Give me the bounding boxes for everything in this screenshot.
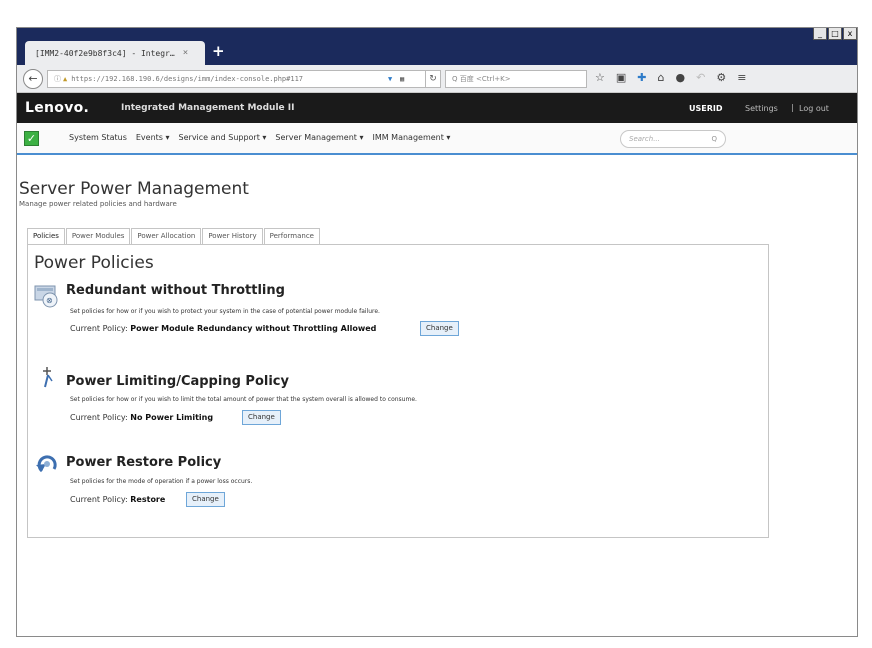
search-icon[interactable]: Q [711, 131, 717, 147]
current-policy: Current Policy: Restore [70, 495, 165, 504]
section-title: Power Policies [34, 253, 154, 273]
tools-icon[interactable]: ⚙ [716, 71, 726, 84]
new-tab-button[interactable]: + [212, 42, 225, 60]
undo-icon[interactable]: ↶ [696, 71, 705, 84]
current-policy-value: Restore [130, 495, 166, 504]
change-power-limiting-button[interactable]: Change [242, 410, 281, 425]
current-policy-value: No Power Limiting [130, 413, 214, 422]
maximize-icon[interactable]: □ [828, 28, 842, 40]
change-power-restore-button[interactable]: Change [186, 492, 225, 507]
menu-service-support[interactable]: Service and Support ▾ [179, 133, 267, 142]
power-cap-icon [38, 365, 64, 391]
main-menu: ✓ System Status Events ▾ Service and Sup… [17, 123, 857, 155]
menu-items: System Status Events ▾ Service and Suppo… [69, 133, 450, 142]
tab-policies[interactable]: Policies [27, 228, 65, 244]
clipboard-icon[interactable]: ▣ [616, 71, 626, 84]
grid-icon[interactable]: ▦ [400, 71, 404, 87]
policies-panel: Power Policies ⊗ Redundant without Throt… [27, 244, 769, 538]
current-policy-label: Current Policy: [70, 495, 128, 504]
header-separator: | [791, 103, 794, 112]
tab-power-modules[interactable]: Power Modules [65, 228, 131, 244]
user-id[interactable]: USERID [689, 104, 723, 113]
current-policy: Current Policy: Power Module Redundancy … [70, 324, 376, 333]
page-tabs: Policies Power Modules Power Allocation … [27, 228, 321, 244]
policy-title: Power Restore Policy [66, 455, 222, 470]
back-icon[interactable]: ← [23, 69, 43, 89]
browser-window: [IMM2-40f2e9b8f3c4] - Integr… × + ← ⓘ ▲ ht… [16, 27, 858, 637]
menu-imm-management[interactable]: IMM Management ▾ [372, 133, 450, 142]
tab-bar: [IMM2-40f2e9b8f3c4] - Integr… × + [17, 28, 857, 65]
policy-description: Set policies for how or if you wish to p… [70, 308, 380, 315]
search-placeholder: Search... [629, 135, 660, 143]
chat-icon[interactable]: ● [675, 71, 685, 84]
power-modules-icon: ⊗ [34, 283, 60, 309]
logout-link[interactable]: Log out [799, 104, 829, 113]
minimize-icon[interactable]: _ [813, 28, 827, 40]
policy-title: Redundant without Throttling [66, 283, 285, 298]
info-icon[interactable]: ⓘ [54, 75, 61, 83]
menu-icon[interactable]: ≡ [737, 71, 746, 84]
home-icon[interactable]: ⌂ [658, 71, 665, 84]
current-policy-label: Current Policy: [70, 324, 128, 333]
tab-power-allocation[interactable]: Power Allocation [131, 228, 202, 244]
search-input[interactable]: Search... Q [620, 130, 726, 148]
lenovo-logo: Lenovo. [25, 100, 90, 116]
browser-search-input[interactable]: Q 百度 <Ctrl+K> [445, 70, 587, 88]
power-restore-icon [34, 451, 60, 477]
tab-performance[interactable]: Performance [263, 228, 320, 244]
toolbar-icons: ☆ ▣ ✚ ⌂ ● ↶ ⚙ ≡ [595, 71, 746, 84]
close-tab-icon[interactable]: × [183, 48, 188, 58]
close-window-icon[interactable]: x [843, 28, 857, 40]
status-ok-icon[interactable]: ✓ [24, 131, 39, 146]
tab-power-history[interactable]: Power History [202, 228, 263, 244]
tab-title: [IMM2-40f2e9b8f3c4] - Integr… [35, 48, 175, 58]
download-icon[interactable]: ✚ [637, 71, 646, 84]
settings-link[interactable]: Settings [745, 104, 778, 113]
menu-events[interactable]: Events ▾ [136, 133, 170, 142]
app-name: Integrated Management Module II [121, 103, 295, 113]
shield-icon[interactable]: ▼ [388, 71, 392, 87]
policy-description: Set policies for the mode of operation i… [70, 478, 253, 485]
navigation-bar: ← ⓘ ▲ https://192.168.190.6/designs/imm/in… [17, 65, 857, 93]
reload-icon[interactable]: ↻ [425, 70, 441, 88]
url-text: https://192.168.190.6/designs/imm/index-… [71, 75, 304, 83]
current-policy: Current Policy: No Power Limiting [70, 413, 213, 422]
policy-description: Set policies for how or if you wish to l… [70, 396, 417, 403]
window-controls: _ □ x [812, 28, 857, 40]
menu-server-management[interactable]: Server Management ▾ [275, 133, 363, 142]
current-policy-label: Current Policy: [70, 413, 128, 422]
svg-text:⊗: ⊗ [46, 296, 53, 305]
page-title: Server Power Management [19, 179, 249, 199]
app-header: Lenovo. Integrated Management Module II … [17, 93, 857, 123]
star-icon[interactable]: ☆ [595, 71, 605, 84]
page-subtitle: Manage power related policies and hardwa… [19, 200, 177, 208]
menu-system-status[interactable]: System Status [69, 133, 127, 142]
browser-tab[interactable]: [IMM2-40f2e9b8f3c4] - Integr… × [25, 41, 205, 65]
lock-icon[interactable]: ▲ [63, 75, 67, 83]
policy-title: Power Limiting/Capping Policy [66, 374, 289, 389]
change-redundancy-button[interactable]: Change [420, 321, 459, 336]
address-bar[interactable]: ⓘ ▲ https://192.168.190.6/designs/imm/inde… [47, 70, 435, 88]
current-policy-value: Power Module Redundancy without Throttli… [130, 324, 377, 333]
